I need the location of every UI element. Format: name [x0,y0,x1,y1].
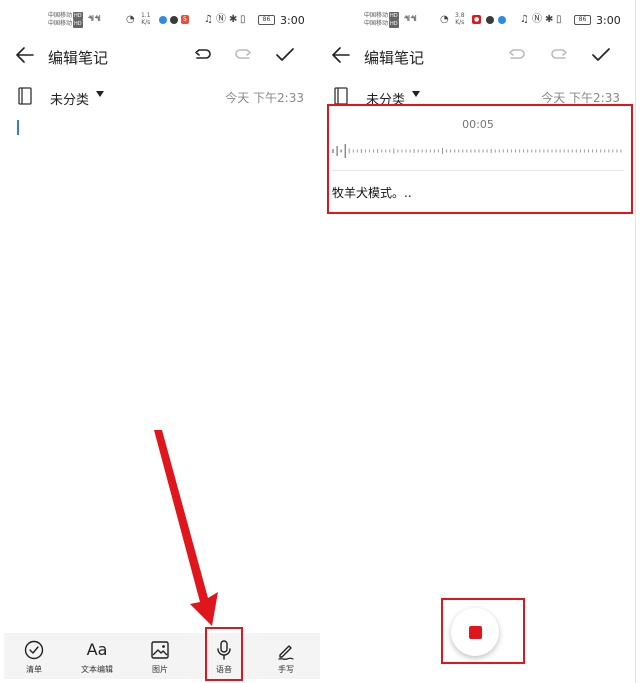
notebook-icon [18,87,32,105]
headset-icon: ♫ [204,14,213,25]
network-speed: 3.8 K/s [455,12,465,26]
back-button[interactable] [12,42,38,68]
confirm-button[interactable] [588,42,614,68]
message-icon [486,16,494,24]
undo-icon [509,49,525,59]
note-meta-row: 未分类 今天 下午2:33 [4,86,320,108]
status-bar: 中国移动 HD 中国移动 HD ⁴ᴵıl ⁴ᴵıl ◔ 3.8 K/s ● ♫ Ⓝ … [324,8,636,34]
clock: 3:00 [596,14,621,27]
hd-badge: HD [73,20,83,28]
battery-icon: 86 [574,15,591,25]
app-bar: 编辑笔记 [4,40,320,70]
category-selector[interactable]: 未分类 [50,89,89,108]
redo-icon [551,49,567,59]
arrow-left-icon [16,47,34,63]
back-button[interactable] [328,42,354,68]
signal-icon: ⁴ᴵıl ⁴ᴵıl [88,14,101,23]
message-icon [170,16,178,24]
tool-label: 手写 [278,665,294,674]
text-cursor[interactable] [17,120,19,135]
redo-button[interactable] [546,42,572,68]
hd-badge: HD [73,12,83,20]
redo-icon [235,49,251,59]
tool-label: 文本编辑 [81,665,113,674]
image-icon [151,641,169,659]
check-icon [276,48,294,61]
page-title: 编辑笔记 [364,49,425,67]
headset-icon: ♫ [520,14,529,25]
left-screen: 中国移动 HD 中国移动 HD ⁴ᴵıl ⁴ᴵıl ◔ 1.1 K/s 5 ♫ Ⓝ … [4,0,320,683]
text-format-button[interactable]: Aa 文本编辑 [67,639,127,675]
clock: 3:00 [280,14,305,27]
checklist-button[interactable]: 清单 [4,639,64,675]
wifi-icon: ◔ [126,14,135,25]
signal-icon: ⁴ᴵıl ⁴ᴵıl [404,14,417,23]
recording-indicator-icon: ● [472,15,482,24]
app-bar: 编辑笔记 [324,40,636,70]
chevron-down-icon[interactable] [96,91,104,97]
nfc-icon: Ⓝ [216,14,226,25]
check-icon [592,48,610,61]
checklist-icon [24,640,44,660]
battery-icon: 86 [258,15,275,25]
nfc-icon: Ⓝ [532,14,542,25]
carrier-2: 中国移动 [48,20,73,27]
text-format-icon: Aa [86,640,108,659]
bluetooth-icon: ✱ [545,14,554,25]
app-notification-icon [159,16,167,24]
carrier-2: 中国移动 [364,20,389,27]
redo-button[interactable] [230,42,256,68]
note-timestamp: 今天 下午2:33 [225,91,304,105]
arrow-left-icon [332,47,350,63]
network-speed: 1.1 K/s [141,12,151,26]
wifi-icon: ◔ [440,14,449,25]
page-title: 编辑笔记 [48,49,109,67]
tool-label: 图片 [152,665,168,674]
stop-button-highlight [441,598,525,664]
carrier-labels: 中国移动 HD 中国移动 HD [364,12,399,28]
handwriting-button[interactable]: 手写 [256,639,316,675]
right-screen: 中国移动 HD 中国移动 HD ⁴ᴵıl ⁴ᴵıl ◔ 3.8 K/s ● ♫ Ⓝ … [324,0,636,683]
recording-card-highlight [327,104,633,214]
vibrate-icon: ▯ [240,14,246,25]
undo-icon [195,49,211,59]
handwriting-icon [278,645,294,660]
vibrate-icon: ▯ [556,14,562,25]
hd-badge: HD [389,20,399,28]
app-badge-icon: 5 [181,15,189,24]
bottom-toolbar: 清单 Aa 文本编辑 图片 语音 手写 [4,633,320,679]
carrier-1: 中国移动 [364,12,389,19]
bluetooth-icon: ✱ [229,14,238,25]
carrier-1: 中国移动 [48,12,73,19]
notebook-icon [334,87,348,105]
tool-label: 清单 [26,665,42,674]
app-notification-icon [498,16,506,24]
chevron-down-icon[interactable] [412,91,420,97]
hd-badge: HD [389,12,399,20]
status-bar: 中国移动 HD 中国移动 HD ⁴ᴵıl ⁴ᴵıl ◔ 1.1 K/s 5 ♫ Ⓝ … [4,8,320,34]
image-button[interactable]: 图片 [130,639,190,675]
voice-button-highlight [205,627,243,681]
undo-button[interactable] [190,42,216,68]
frame-border [635,0,636,683]
undo-button[interactable] [504,42,530,68]
confirm-button[interactable] [272,42,298,68]
carrier-labels: 中国移动 HD 中国移动 HD [48,12,83,28]
